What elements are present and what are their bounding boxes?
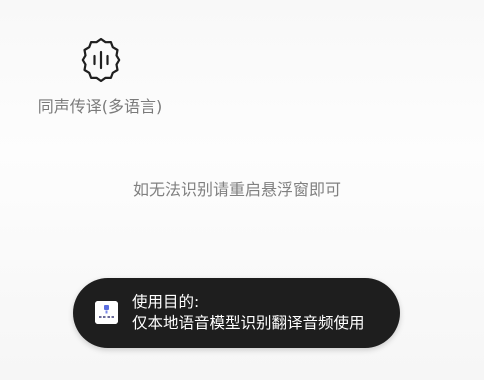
voice-waveform-badge-icon [81, 37, 121, 83]
feature-label: 同声传译(多语言) [37, 97, 163, 116]
toast-notification: 使用目的: 仅本地语音模型识别翻译音频使用 [73, 278, 400, 348]
toast-title: 使用目的: [132, 293, 200, 311]
restart-hint-text: 如无法识别请重启悬浮窗即可 [132, 180, 341, 199]
app-logo-icon [95, 301, 118, 324]
simultaneous-interpretation-tile[interactable]: 同声传译(多语言) [30, 30, 170, 130]
toast-message: 仅本地语音模型识别翻译音频使用 [132, 314, 365, 332]
